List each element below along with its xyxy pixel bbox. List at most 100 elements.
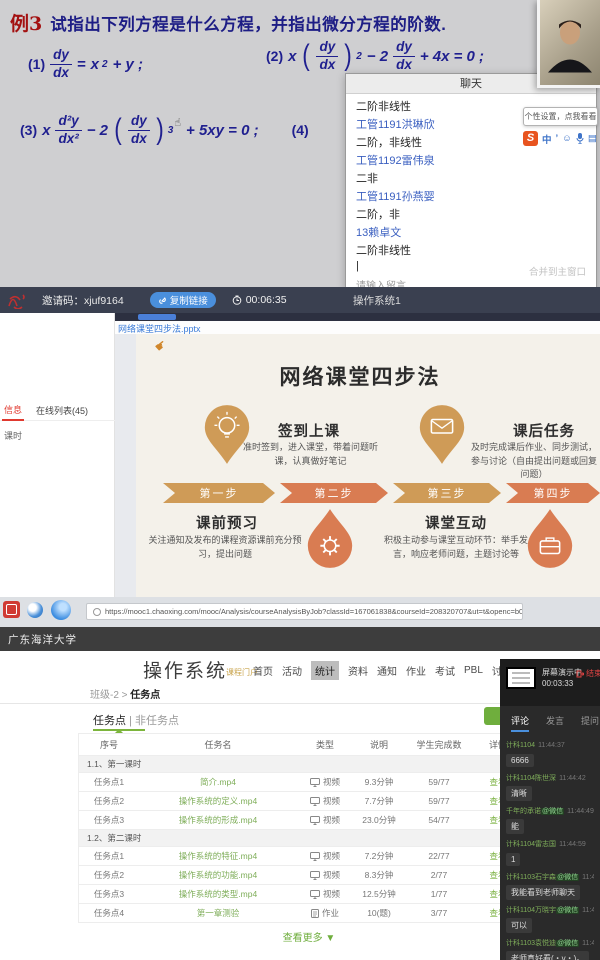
university-name: 广东海洋大学 [8, 632, 77, 647]
nav-item[interactable]: 统计 [311, 661, 339, 680]
step4-desc: 及时完成课后作业、同步测试，参与讨论（自由提出问题或回复问题） [468, 441, 600, 482]
nav-item[interactable]: 资料 [348, 663, 368, 678]
nav-item[interactable]: 通知 [377, 663, 397, 678]
nav-item[interactable]: 作业 [406, 663, 426, 678]
chinese-mode-icon[interactable]: 中 [542, 132, 552, 146]
share-timer: 00:03:33 [542, 679, 573, 688]
table-row: 任务点3操作系统的类型.mp4视频12.5分钟1/77查看 [79, 885, 539, 904]
column-header: 学生完成数 [405, 738, 473, 751]
comment: 计科1103袁悦迪@微信11:45:24老师真好看(・v・)。 [506, 938, 594, 960]
slide-title: 网络课堂四步法 [250, 361, 470, 391]
person-silhouette [540, 0, 600, 85]
comment: 计科110411:44:376666 [506, 740, 594, 768]
teacher-webcam-top[interactable] [537, 0, 600, 88]
microphone-icon[interactable] [576, 133, 584, 144]
browser-app-icon[interactable] [27, 602, 43, 618]
active-doc-tab[interactable] [138, 314, 176, 320]
address-bar[interactable]: https://mooc1.chaoxing.com/mooc/Analysis… [86, 603, 523, 620]
room-title: 操作系统1 [353, 293, 401, 308]
table-header: 序号任务名类型说明学生完成数详情 [79, 734, 539, 756]
taskpoint-tabs: 任务点 | 非任务点 [93, 712, 179, 728]
chat-sender: 工管1192雷伟泉 [356, 152, 586, 170]
column-header: 序号 [79, 738, 139, 751]
tab-info[interactable]: 信息 [2, 400, 24, 421]
chat-message: 二非 [356, 170, 586, 188]
sogou-logo-icon[interactable]: S [523, 131, 538, 146]
sidebar-tabs: 信息 在线列表(45) [0, 400, 115, 421]
step3-heading: 课堂互动 [400, 512, 512, 533]
table-row: 任务点2操作系统的定义.mp4视频7.7分钟59/77查看 [79, 792, 539, 811]
screen: 例3试指出下列方程是什么方程，并指出微分方程的阶数. (1)dydx=x2+ y… [0, 0, 600, 960]
table-row: 任务点1操作系统的特征.mp4视频7.2分钟22/77查看 [79, 847, 539, 866]
chat-sender: 工管1191孙燕婴 [356, 188, 586, 206]
chat-window: 聊天 二阶非线性工管1191洪琳欣二阶，非线性工管1192雷伟泉二非工管1191… [345, 73, 597, 287]
table-section-row: 1.1、第一课时 [79, 756, 539, 773]
table-row: 任务点1简介.mp4视频9.3分钟59/77查看 [79, 773, 539, 792]
keyboard-icon[interactable]: ▤ [588, 133, 597, 144]
column-header: 类型 [297, 738, 353, 751]
homework-icon [311, 909, 319, 918]
envelope-icon [415, 402, 469, 466]
column-header: 任务名 [139, 738, 297, 751]
comment-tab[interactable]: 评论 [511, 714, 529, 732]
comment: 计科1104陈世深11:44:42清晰 [506, 773, 594, 801]
exit-icon [576, 670, 584, 678]
breadcrumb-parent[interactable]: 班级-2 > [90, 690, 130, 701]
table-row: 任务点4第一章测验作业10(题)3/77查看 [79, 904, 539, 923]
nav-item[interactable]: 活动 [282, 663, 302, 678]
merge-to-main-link[interactable]: 合并到主窗口 [529, 264, 586, 278]
site-header: 广东海洋大学 [0, 627, 600, 651]
course-nav: 首页活动统计资料通知作业考试PBL讨论管理 [253, 661, 541, 680]
chat-message: 二阶非线性 [356, 242, 586, 260]
table-row: 任务点3操作系统的形成.mp4视频23.0分钟54/77查看 [79, 811, 539, 830]
banner-step1: 第一步 [163, 483, 275, 503]
video-icon [310, 890, 320, 899]
step2-desc: 准时签到，进入课堂，带着问题听课，认真做好笔记 [238, 441, 383, 468]
step2-heading: 签到上课 [253, 420, 365, 441]
comment-tab[interactable]: 发言 [546, 714, 564, 732]
video-icon [310, 816, 320, 825]
browser-chrome: https://mooc1.chaoxing.com/mooc/Analysis… [0, 597, 600, 627]
invite-code: 邀请码：xjuf9164 [42, 293, 124, 308]
copy-link-button[interactable]: 复制链接 [150, 292, 216, 308]
nav-item[interactable]: PBL [464, 665, 483, 676]
session-timer: 00:06:35 [232, 294, 287, 306]
baidu-app-icon[interactable] [51, 600, 71, 620]
screen-share-bar: 屏幕演示中 00:03:33 结束演示 [500, 659, 600, 706]
document-row: 网络课堂四步法.pptx [115, 321, 600, 334]
table-section-row: 1.2、第二课时 [79, 830, 539, 847]
emoji-icon[interactable]: ☺ [562, 133, 572, 144]
video-icon [310, 871, 320, 880]
step4-heading: 课后任务 [488, 420, 600, 441]
active-tab-underline [93, 729, 145, 731]
step3-desc: 积极主动参与课堂互动环节：举手发言，响应老师问题，主题讨论等 [380, 534, 532, 561]
browser-window: https://mooc1.chaoxing.com/mooc/Analysis… [0, 597, 600, 960]
banner-step2: 第二步 [280, 483, 388, 503]
stop-share-button[interactable]: 结束演示 [576, 668, 600, 679]
chat-input[interactable]: 请输入留言 [356, 277, 406, 287]
equation-1: (1)dydx=x2+ y ; [28, 38, 143, 90]
screen-thumbnail[interactable] [506, 667, 536, 689]
column-header: 说明 [353, 738, 405, 751]
tab-online-list[interactable]: 在线列表(45) [36, 404, 88, 417]
page-info-icon[interactable] [93, 608, 101, 616]
comment-tab[interactable]: 提问 [581, 714, 599, 732]
image-app-icon[interactable] [3, 601, 20, 618]
classroom-window: 网络课堂四步法.pptx ☛ 网络课堂四步法 签到上课 准时签到，进入课堂，带着… [0, 313, 600, 597]
video-icon [310, 852, 320, 861]
nav-item[interactable]: 首页 [253, 663, 273, 678]
brand-logo [6, 291, 28, 309]
nav-item[interactable]: 考试 [435, 663, 455, 678]
comment: 计科1104万晓宇@微信11:45:20可以 [506, 905, 594, 933]
video-icon [310, 797, 320, 806]
step1-desc: 关注通知及发布的课程资源课前充分预习，提出问题 [146, 534, 304, 561]
live-comment-panel: 评论发言提问 计科110411:44:376666 计科1104陈世深11:44:… [500, 706, 600, 960]
comment: 计科1103石宇森@微信11:45:04我能看到老师聊天 [506, 872, 594, 900]
punctuation-icon[interactable]: ’ [556, 133, 559, 144]
meeting-toolbar: 邀请码：xjuf9164 复制链接 00:06:35 操作系统1 [0, 287, 600, 313]
view-more-link[interactable]: 查看更多 ▼ [78, 929, 540, 944]
tab-non-taskpoints[interactable]: 非任务点 [135, 715, 179, 727]
ime-settings-tooltip[interactable]: 个性设置，点我看看 [523, 107, 598, 126]
url-text: https://mooc1.chaoxing.com/mooc/Analysis… [105, 607, 523, 616]
breadcrumb-current: 任务点 [130, 690, 160, 701]
